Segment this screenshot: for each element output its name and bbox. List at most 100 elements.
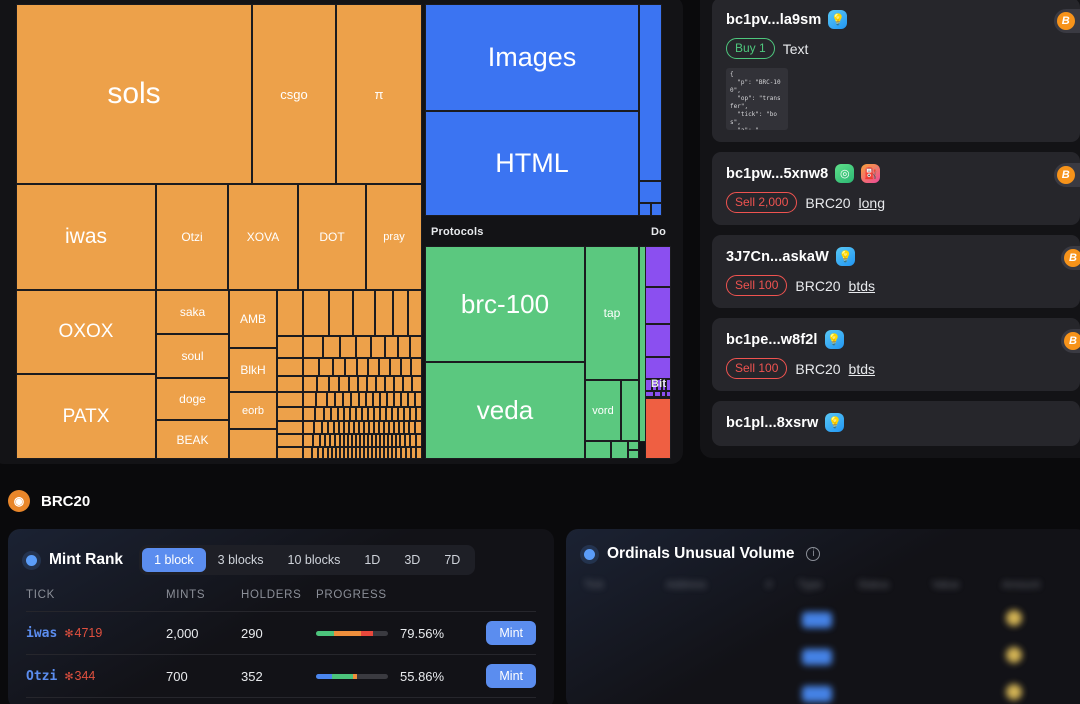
inscription-json[interactable]: { "p": "BRC-100", "op": "transfer", "tic… xyxy=(726,68,788,130)
treemap-tile[interactable] xyxy=(359,392,366,407)
treemap-tile[interactable] xyxy=(645,287,671,324)
treemap-tile[interactable]: DOT xyxy=(298,184,366,290)
bulb-icon[interactable]: 💡 xyxy=(835,247,855,266)
treemap-tile[interactable] xyxy=(371,336,385,358)
transaction-address[interactable]: bc1pl...8xsrw xyxy=(726,415,818,431)
treemap-tile[interactable] xyxy=(303,336,323,358)
treemap-tile[interactable] xyxy=(277,407,303,421)
table-row[interactable] xyxy=(584,638,1070,675)
mint-button[interactable]: Mint xyxy=(486,664,536,688)
treemap-tile[interactable] xyxy=(611,441,628,459)
treemap-tile[interactable] xyxy=(277,358,303,376)
table-row[interactable] xyxy=(584,675,1070,704)
treemap-tile[interactable] xyxy=(403,376,412,392)
treemap-tile[interactable]: π xyxy=(336,4,422,184)
transaction-tick[interactable]: long xyxy=(859,195,885,211)
treemap-tile[interactable] xyxy=(639,4,662,181)
treemap-tile[interactable] xyxy=(329,290,353,336)
table-row[interactable] xyxy=(584,601,1070,638)
treemap-tile[interactable]: OXOX xyxy=(16,290,156,374)
treemap-tile[interactable] xyxy=(401,392,408,407)
treemap-tile[interactable] xyxy=(339,376,349,392)
treemap-tile[interactable] xyxy=(621,380,639,441)
treemap-tile[interactable] xyxy=(343,392,351,407)
treemap-tile[interactable] xyxy=(390,358,401,376)
treemap-tile[interactable]: tap xyxy=(585,246,639,380)
transaction-card[interactable]: 3J7Cn...askaW 💡 B 0.0 Sell 100 BRC20 btd… xyxy=(712,235,1080,308)
treemap-tile[interactable]: brc-100 xyxy=(425,246,585,362)
treemap-tile[interactable] xyxy=(316,392,327,407)
range-tab-7d[interactable]: 7D xyxy=(432,548,472,572)
transaction-address[interactable]: bc1pe...w8f2l xyxy=(726,332,818,348)
treemap-tile[interactable] xyxy=(393,290,408,336)
treemap-tile[interactable] xyxy=(411,358,422,376)
treemap-tile[interactable] xyxy=(379,358,390,376)
treemap-tile[interactable] xyxy=(303,392,316,407)
treemap-tile[interactable] xyxy=(327,392,335,407)
treemap-tile[interactable]: eorb xyxy=(229,392,277,429)
treemap-tile[interactable]: iwas xyxy=(16,184,156,290)
treemap-tile[interactable] xyxy=(314,421,322,434)
treemap-tile[interactable] xyxy=(353,290,375,336)
treemap-tile[interactable] xyxy=(401,358,411,376)
treemap-tile[interactable] xyxy=(319,358,333,376)
treemap-tile[interactable]: pray xyxy=(366,184,422,290)
treemap-tile[interactable] xyxy=(645,324,671,357)
treemap-tile[interactable]: PATX xyxy=(16,374,156,459)
treemap-tile[interactable] xyxy=(357,358,368,376)
treemap-tile[interactable] xyxy=(351,392,359,407)
info-icon[interactable]: i xyxy=(806,547,821,561)
tick-name[interactable]: Otzi xyxy=(26,669,57,684)
treemap-tile[interactable] xyxy=(333,358,345,376)
range-tab-1d[interactable]: 1D xyxy=(352,548,392,572)
treemap-tile[interactable] xyxy=(645,246,671,287)
treemap-tile[interactable] xyxy=(277,290,303,336)
treemap-tile[interactable] xyxy=(277,447,303,459)
transaction-card[interactable]: bc1pw...5xnw8 ◎ ⛽ B 0.01 Sell 2,000 BRC2… xyxy=(712,152,1080,225)
treemap-tile[interactable] xyxy=(416,447,422,459)
treemap-tile[interactable] xyxy=(585,441,611,459)
treemap-tile[interactable] xyxy=(277,434,303,447)
treemap-tile[interactable] xyxy=(385,336,398,358)
treemap-tile[interactable] xyxy=(324,407,331,421)
transaction-card[interactable]: bc1pv...la9sm 💡 B 0.05 Buy 1 Text { "p":… xyxy=(712,0,1080,142)
treemap-tile[interactable] xyxy=(380,392,387,407)
treemap-tile[interactable] xyxy=(329,376,339,392)
treemap-tile[interactable] xyxy=(277,392,303,407)
treemap-tile[interactable] xyxy=(639,203,651,216)
treemap-tile[interactable] xyxy=(303,290,329,336)
treemap-tile[interactable] xyxy=(412,376,422,392)
range-tab-1-block[interactable]: 1 block xyxy=(142,548,206,572)
treemap-tile[interactable] xyxy=(385,376,394,392)
target-icon[interactable]: ◎ xyxy=(835,164,855,183)
treemap-tile[interactable]: soul xyxy=(156,334,229,378)
bulb-icon[interactable]: 💡 xyxy=(825,413,845,432)
treemap-tile[interactable] xyxy=(335,392,343,407)
gas-icon[interactable]: ⛽ xyxy=(861,164,881,183)
treemap-tile[interactable]: csgo xyxy=(252,4,336,184)
table-row[interactable]: iwas ✻ 4719 2,000 290 79.56% Mint xyxy=(26,611,536,655)
treemap-tile[interactable] xyxy=(415,421,422,434)
treemap-tile[interactable] xyxy=(628,450,639,459)
treemap-tile[interactable]: HTML xyxy=(425,111,639,216)
treemap-tile[interactable] xyxy=(366,392,373,407)
treemap-tile[interactable] xyxy=(303,358,319,376)
treemap-tile[interactable]: sols xyxy=(16,4,252,184)
treemap-tile[interactable] xyxy=(416,434,422,447)
transaction-card[interactable]: bc1pl...8xsrw 💡 xyxy=(712,401,1080,446)
treemap-tile[interactable] xyxy=(375,290,393,336)
treemap-tile[interactable]: XOVA xyxy=(228,184,298,290)
treemap-tile[interactable] xyxy=(651,203,662,216)
treemap-tile[interactable] xyxy=(277,336,303,358)
table-row[interactable]: XOVA ✻65 36 203 62.98% xyxy=(26,697,536,704)
transaction-tick[interactable]: btds xyxy=(849,361,875,377)
treemap-tile[interactable] xyxy=(345,358,357,376)
treemap-tile[interactable] xyxy=(358,376,367,392)
treemap-tile[interactable] xyxy=(315,407,324,421)
treemap-tile[interactable] xyxy=(645,398,671,459)
treemap-tile[interactable]: BEAK xyxy=(156,420,229,459)
treemap-tile[interactable] xyxy=(349,376,358,392)
bulb-icon[interactable]: 💡 xyxy=(828,10,848,29)
treemap-tile[interactable] xyxy=(416,407,422,421)
treemap-tile[interactable] xyxy=(317,376,329,392)
